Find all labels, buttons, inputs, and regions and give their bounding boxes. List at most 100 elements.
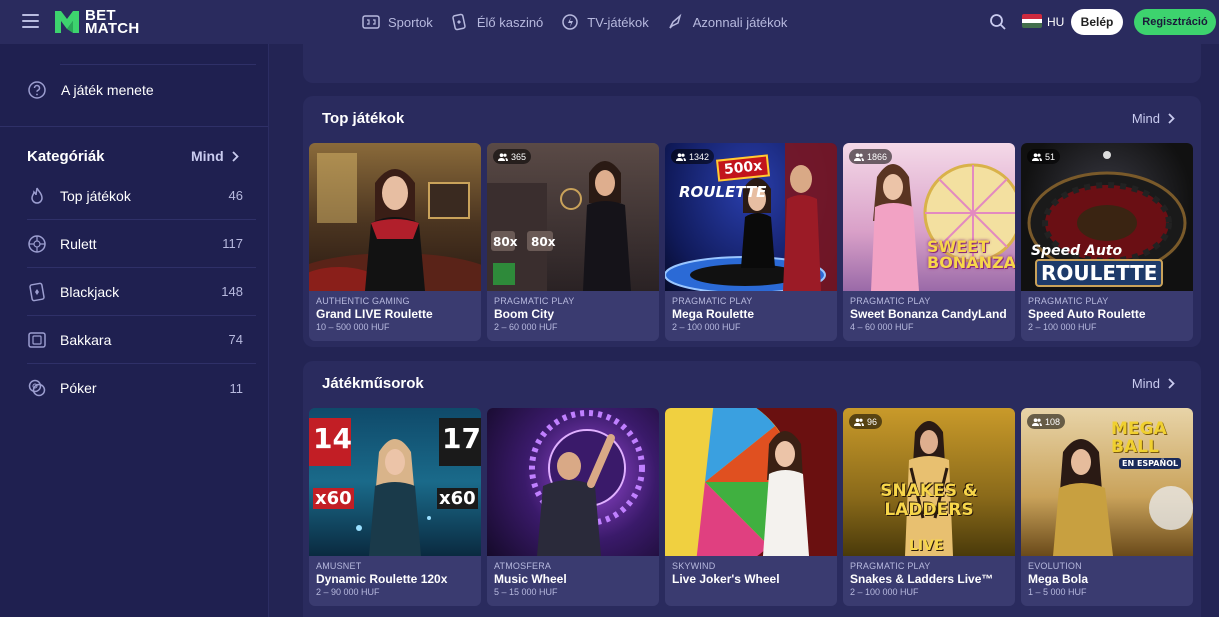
login-button[interactable]: Belép <box>1071 9 1123 35</box>
tv-games-icon <box>562 14 579 30</box>
game-provider: PRAGMATIC PLAY <box>850 296 931 306</box>
roulette-icon <box>28 234 46 253</box>
game-name: Snakes & Ladders Live™ <box>850 572 994 586</box>
baccarat-icon <box>28 331 46 348</box>
player-count-badge: 51 <box>1027 149 1061 164</box>
game-card-boom-city[interactable]: 80x 80x 365 PRAGMATIC PLAY Boom City 2 –… <box>487 143 659 341</box>
game-logo-text: ROULETTE <box>679 183 767 201</box>
search-icon[interactable] <box>989 13 1007 31</box>
game-limit: 5 – 15 000 HUF <box>494 587 558 597</box>
section-game-shows: Játékműsorok Mind 14 17 x60 x60 AMUSNET … <box>303 361 1201 617</box>
users-icon <box>854 152 864 161</box>
game-card-snakes-ladders[interactable]: SNAKES & LADDERS LIVE 96 PRAGMATIC PLAY … <box>843 408 1015 606</box>
player-count-badge: 365 <box>493 149 532 164</box>
divider <box>60 64 256 65</box>
game-card-row: 14 17 x60 x60 AMUSNET Dynamic Roulette 1… <box>309 408 1199 606</box>
nav-elo-kaszino[interactable]: Élő kaszinó <box>451 13 543 31</box>
users-icon <box>498 152 508 161</box>
users-icon <box>676 152 686 161</box>
game-name: Music Wheel <box>494 572 567 586</box>
top-header: BET MATCH Sportok Élő kaszinó TV-játékok … <box>0 0 1219 44</box>
logo-mark-icon <box>55 11 79 33</box>
sidebar-item-bakkara[interactable]: Bakkara 74 <box>27 316 256 364</box>
sidebar-item-top-jatekok[interactable]: Top játékok 46 <box>27 172 256 220</box>
game-name: Sweet Bonanza CandyLand <box>850 307 1007 321</box>
chevron-right-icon <box>1168 378 1175 389</box>
game-name: Boom City <box>494 307 554 321</box>
section-all-link[interactable]: Mind <box>1132 111 1175 126</box>
dealer-image <box>309 153 481 291</box>
game-thumbnail: 14 17 x60 x60 <box>309 408 481 556</box>
game-limit: 1 – 5 000 HUF <box>1028 587 1087 597</box>
game-name: Mega Bola <box>1028 572 1089 586</box>
dealer-image <box>487 161 631 291</box>
game-provider: PRAGMATIC PLAY <box>672 296 753 306</box>
game-provider: AMUSNET <box>316 561 362 571</box>
rocket-icon <box>669 13 682 29</box>
section-all-link[interactable]: Mind <box>1132 376 1175 391</box>
game-limit: 4 – 60 000 HUF <box>850 322 914 332</box>
game-card-live-jokers-wheel[interactable]: SKYWIND Live Joker's Wheel <box>665 408 837 606</box>
game-thumbnail <box>665 408 837 556</box>
game-card-row: AUTHENTIC GAMING Grand LIVE Roulette 10 … <box>309 143 1199 341</box>
game-name: Dynamic Roulette 120x <box>316 572 448 586</box>
users-icon <box>1032 417 1042 426</box>
game-thumbnail: MEGA BALL EN ESPAÑOL 108 <box>1021 408 1193 556</box>
sidebar-item-rulett[interactable]: Rulett 117 <box>27 220 256 268</box>
section-title: Játékműsorok <box>322 375 424 392</box>
flame-icon <box>31 187 43 204</box>
game-provider: AUTHENTIC GAMING <box>316 296 410 306</box>
game-name: Mega Roulette <box>672 307 755 321</box>
game-limit: 2 – 100 000 HUF <box>1028 322 1097 332</box>
chevron-right-icon <box>232 150 239 162</box>
divider <box>0 126 268 127</box>
categories-all-link[interactable]: Mind <box>191 148 239 164</box>
menu-icon[interactable] <box>22 14 39 28</box>
game-card-dynamic-roulette[interactable]: 14 17 x60 x60 AMUSNET Dynamic Roulette 1… <box>309 408 481 606</box>
game-card-mega-bola[interactable]: MEGA BALL EN ESPAÑOL 108 EVOLUTION Mega … <box>1021 408 1193 606</box>
game-thumbnail: SWEET BONANZA 1866 <box>843 143 1015 291</box>
game-limit: 2 – 100 000 HUF <box>850 587 919 597</box>
register-button[interactable]: Regisztráció <box>1134 9 1216 35</box>
game-thumbnail: SNAKES & LADDERS LIVE 96 <box>843 408 1015 556</box>
player-count-badge: 1342 <box>671 149 715 164</box>
game-card-grand-live-roulette[interactable]: AUTHENTIC GAMING Grand LIVE Roulette 10 … <box>309 143 481 341</box>
wheel-image <box>665 408 809 556</box>
game-name: Grand LIVE Roulette <box>316 307 433 321</box>
sidebar-item-howto[interactable]: A játék menete <box>27 80 154 100</box>
game-card-sweet-bonanza[interactable]: SWEET BONANZA 1866 PRAGMATIC PLAY Sweet … <box>843 143 1015 341</box>
game-thumbnail <box>309 143 481 291</box>
player-count-badge: 96 <box>849 414 883 429</box>
nav-tv-jatekok[interactable]: TV-játékok <box>561 13 649 31</box>
scoreboard-icon <box>362 15 380 29</box>
hungary-flag-icon[interactable] <box>1022 14 1042 28</box>
game-card-mega-roulette[interactable]: 500x ROULETTE 1342 PRAGMATIC PLAY Mega R… <box>665 143 837 341</box>
game-limit: 2 – 100 000 HUF <box>672 322 741 332</box>
language-selector[interactable]: HU <box>1047 15 1064 29</box>
game-logo-text: ROULETTE <box>1035 259 1164 287</box>
game-card-music-wheel[interactable]: ATMOSFERA Music Wheel 5 – 15 000 HUF <box>487 408 659 606</box>
game-logo-text: SWEET BONANZA <box>927 237 1015 272</box>
chips-icon <box>28 379 46 397</box>
game-provider: PRAGMATIC PLAY <box>494 296 575 306</box>
game-provider: EVOLUTION <box>1028 561 1082 571</box>
nav-sportok[interactable]: Sportok <box>362 14 433 30</box>
category-list: Top játékok 46 Rulett 117 Blackjack 148 … <box>27 172 256 412</box>
game-provider: SKYWIND <box>672 561 716 571</box>
game-provider: ATMOSFERA <box>494 561 552 571</box>
game-thumbnail: 500x ROULETTE 1342 <box>665 143 837 291</box>
game-thumbnail: 80x 80x 365 <box>487 143 659 291</box>
users-icon <box>854 417 864 426</box>
game-card-speed-auto-roulette[interactable]: Speed Auto ROULETTE 51 PRAGMATIC PLAY Sp… <box>1021 143 1193 341</box>
nav-azonnali-jatekok[interactable]: Azonnali játékok <box>667 13 787 31</box>
game-limit: 2 – 60 000 HUF <box>494 322 558 332</box>
sidebar-item-poker[interactable]: Póker 11 <box>27 364 256 412</box>
game-logo-text: LIVE <box>909 538 944 554</box>
game-logo-text: MEGA BALL <box>1111 419 1167 457</box>
users-icon <box>1032 152 1042 161</box>
sidebar-item-blackjack[interactable]: Blackjack 148 <box>27 268 256 316</box>
section-title: Top játékok <box>322 110 405 127</box>
game-name: Live Joker's Wheel <box>672 572 780 586</box>
betmatch-logo[interactable]: BET MATCH <box>53 7 140 37</box>
main-nav: Sportok Élő kaszinó TV-játékok Azonnali … <box>362 0 805 44</box>
